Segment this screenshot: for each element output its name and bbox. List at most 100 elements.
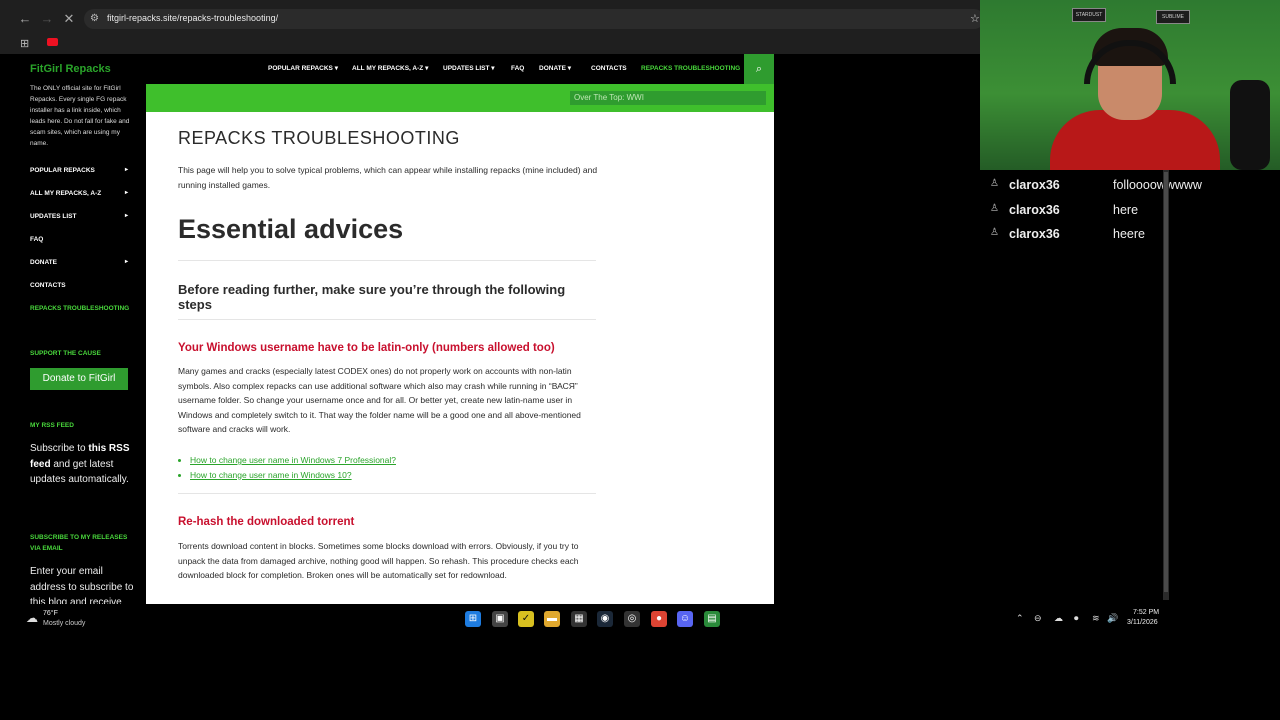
- sidebar-item-contacts[interactable]: CONTACTS: [12, 274, 146, 297]
- url-text: fitgirl-repacks.site/repacks-troubleshoo…: [107, 13, 279, 23]
- nav-troubleshooting[interactable]: REPACKS TROUBLESHOOTING: [641, 54, 740, 84]
- divider: [178, 493, 596, 494]
- rss-text: Subscribe to this RSS feed and get lates…: [30, 441, 134, 488]
- chat-message: ♙ clarox36 heere: [990, 224, 1280, 244]
- steam-icon[interactable]: ◉: [597, 611, 613, 627]
- rss-prefix: Subscribe to: [30, 443, 89, 454]
- site-logo[interactable]: FitGirl Repacks: [30, 63, 111, 75]
- nav-all-repacks[interactable]: ALL MY REPACKS, A-Z ▾: [352, 54, 428, 84]
- webcam-overlay: STARDUST SUBLIME: [980, 0, 1280, 170]
- link-win7-username[interactable]: How to change user name in Windows 7 Pro…: [190, 455, 396, 465]
- search-icon[interactable]: ⌕: [744, 54, 774, 84]
- chat-text: heere: [1113, 227, 1145, 241]
- chat-text: folloooowwwww: [1113, 178, 1202, 192]
- file-explorer-icon[interactable]: ▬: [544, 611, 560, 627]
- email-text: Enter your email address to subscribe to…: [30, 566, 134, 604]
- back-icon[interactable]: ←: [16, 10, 34, 28]
- main-content: REPACKS TROUBLESHOOTING This page will h…: [146, 112, 774, 604]
- chat-scrollbar-thumb[interactable]: [1164, 172, 1168, 592]
- nav-faq[interactable]: FAQ: [511, 54, 524, 84]
- address-bar[interactable]: ⚙ fitgirl-repacks.site/repacks-troublesh…: [84, 9, 984, 29]
- sidebar: FitGirl Repacks The ONLY official site f…: [12, 54, 146, 604]
- user-icon: ♙: [990, 203, 999, 214]
- rss-title: MY RSS FEED: [30, 422, 74, 429]
- sidebar-item-updates-list[interactable]: UPDATES LIST ▸: [12, 205, 146, 228]
- user-icon: ♙: [990, 227, 999, 238]
- divider: [178, 319, 596, 320]
- youtube-icon[interactable]: [47, 38, 58, 46]
- sidebar-item-label: UPDATES LIST: [30, 213, 77, 220]
- sidebar-item-label: DONATE: [30, 259, 57, 266]
- stream-chat: ♙ clarox36 folloooowwwww ♙ clarox36 here…: [980, 170, 1280, 604]
- microphone-icon[interactable]: ⏺: [1074, 613, 1079, 624]
- apps-icon[interactable]: ⊞: [20, 37, 29, 50]
- link-win10-username[interactable]: How to change user name in Windows 10?: [190, 470, 352, 480]
- list-item: How to change user name in Windows 10?: [190, 468, 396, 483]
- task-view-icon[interactable]: ▣: [492, 611, 508, 627]
- chevron-up-icon[interactable]: ⌃: [1016, 613, 1024, 624]
- username-paragraph: Many games and cracks (especially latest…: [178, 366, 581, 434]
- tray-app-icon[interactable]: ⊖: [1034, 613, 1042, 624]
- store-icon[interactable]: ▦: [571, 611, 587, 627]
- chat-message: ♙ clarox36 folloooowwwww: [990, 175, 1280, 195]
- weather-temperature[interactable]: 76°F: [43, 610, 58, 617]
- chevron-right-icon: ▸: [124, 259, 128, 265]
- heading-rehash: Re-hash the downloaded torrent: [178, 516, 355, 528]
- chevron-right-icon: ▸: [124, 167, 128, 173]
- nav-popular-repacks[interactable]: POPULAR REPACKS ▾: [268, 54, 338, 84]
- weather-cloud-icon[interactable]: ☁: [26, 611, 38, 625]
- forward-icon[interactable]: →: [38, 10, 56, 28]
- search-input[interactable]: Over The Top: WWI: [570, 91, 766, 105]
- sidebar-item-label: POPULAR REPACKS: [30, 167, 95, 174]
- poster: SUBLIME: [1156, 10, 1190, 24]
- sidebar-item-faq[interactable]: FAQ: [12, 228, 146, 251]
- star-icon[interactable]: ☆: [970, 12, 980, 25]
- norton-icon[interactable]: ✓: [518, 611, 534, 627]
- chevron-right-icon: ▸: [124, 213, 128, 219]
- discord-icon[interactable]: ☺: [677, 611, 693, 627]
- heading-before-reading: Before reading further, make sure you’re…: [178, 282, 566, 312]
- divider: [178, 260, 596, 261]
- start-icon[interactable]: ⊞: [465, 611, 481, 627]
- wifi-icon[interactable]: ≋: [1092, 613, 1100, 624]
- poster: STARDUST: [1072, 8, 1106, 22]
- app-icon[interactable]: ▤: [704, 611, 720, 627]
- user-icon: ♙: [990, 178, 999, 189]
- chat-text: here: [1113, 203, 1139, 217]
- search-bar: Over The Top: WWI: [146, 84, 774, 112]
- rehash-paragraph: Torrents download content in blocks. Som…: [178, 541, 579, 580]
- cloud-icon[interactable]: ☁: [1054, 613, 1063, 624]
- nav-contacts[interactable]: CONTACTS: [591, 54, 627, 84]
- sidebar-item-label: CONTACTS: [30, 282, 66, 289]
- support-title: SUPPORT THE CAUSE: [30, 350, 101, 357]
- sidebar-item-all-repacks[interactable]: ALL MY REPACKS, A-Z ▸: [12, 182, 146, 205]
- sidebar-menu: POPULAR REPACKS ▸ ALL MY REPACKS, A-Z ▸ UP…: [12, 159, 146, 320]
- howto-links: How to change user name in Windows 7 Pro…: [190, 453, 396, 482]
- nav-donate[interactable]: DONATE ▾: [539, 54, 571, 84]
- taskbar: ☁ 76°F Mostly cloudy ⊞ ▣ ✓ ▬ ▦ ◉ ◎ ● ☺ ▤…: [0, 604, 1280, 634]
- site-description: The ONLY official site for FitGirl Repac…: [30, 85, 130, 147]
- chevron-right-icon: ▸: [124, 190, 128, 196]
- browser-chrome: ← → ✕ ⚙ fitgirl-repacks.site/repacks-tro…: [0, 0, 984, 54]
- sidebar-item-popular-repacks[interactable]: POPULAR REPACKS ▸: [12, 159, 146, 182]
- nav-updates-list[interactable]: UPDATES LIST ▾: [443, 54, 495, 84]
- obs-icon[interactable]: ◎: [624, 611, 640, 627]
- sidebar-item-donate[interactable]: DONATE ▸: [12, 251, 146, 274]
- top-navigation: POPULAR REPACKS ▾ ALL MY REPACKS, A-Z ▾ …: [146, 54, 774, 84]
- clock-time[interactable]: 7:52 PM: [1133, 609, 1159, 616]
- volume-icon[interactable]: 🔊: [1107, 613, 1118, 624]
- clock-date[interactable]: 3/11/2026: [1127, 619, 1158, 626]
- sidebar-item-label: FAQ: [30, 236, 44, 243]
- site-info-icon[interactable]: ⚙: [90, 13, 99, 24]
- chat-message: ♙ clarox36 here: [990, 200, 1280, 220]
- intro-text: This page will help you to solve typical…: [178, 165, 598, 190]
- web-page: FitGirl Repacks The ONLY official site f…: [0, 54, 980, 604]
- heading-essential-advices: Essential advices: [178, 214, 404, 244]
- chrome-icon[interactable]: ●: [651, 611, 667, 627]
- gaming-chair: [1230, 80, 1270, 170]
- sidebar-item-label: ALL MY REPACKS, A-Z: [30, 190, 102, 197]
- sidebar-item-troubleshooting[interactable]: REPACKS TROUBLESHOOTING: [12, 297, 146, 320]
- reload-icon[interactable]: ✕: [60, 10, 78, 28]
- donate-button[interactable]: Donate to FitGirl: [30, 368, 128, 390]
- weather-description[interactable]: Mostly cloudy: [43, 620, 85, 627]
